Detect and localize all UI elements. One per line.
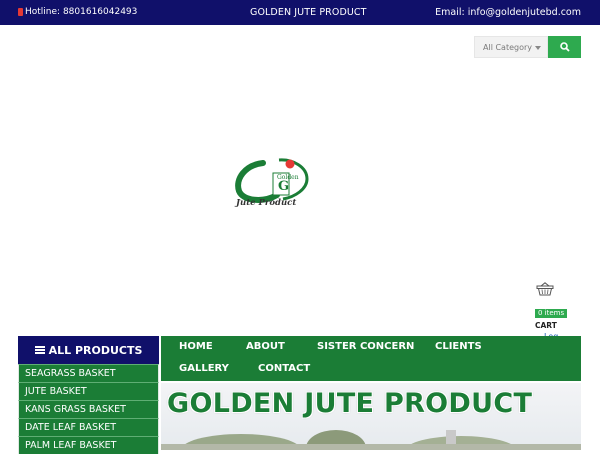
category-item[interactable]: KANS GRASS BASKET	[18, 400, 159, 418]
category-select-value: All Category	[483, 42, 533, 52]
all-products-header[interactable]: ALL PRODUCTS	[18, 336, 159, 364]
hotline-text: Hotline: 8801616042493	[25, 7, 138, 17]
email-link[interactable]: Email: info@goldenjutebd.com	[435, 7, 581, 18]
site-logo[interactable]: G Golden Jute Product	[233, 155, 311, 209]
site-title: GOLDEN JUTE PRODUCT	[250, 7, 367, 18]
nav-home[interactable]: HOME	[179, 341, 213, 352]
search-button[interactable]	[548, 36, 581, 58]
list-icon	[34, 346, 45, 354]
logo-name: Jute Product	[234, 198, 296, 208]
nav-clients[interactable]: CLIENTS	[435, 341, 482, 352]
hero-banner: GOLDEN JUTE PRODUCT	[161, 383, 581, 450]
hotline[interactable]: Hotline: 8801616042493	[18, 7, 137, 17]
banner-headline: GOLDEN JUTE PRODUCT	[167, 388, 533, 419]
top-bar: Hotline: 8801616042493 GOLDEN JUTE PRODU…	[0, 0, 600, 25]
banner-scenery	[161, 430, 581, 450]
cart-label: CART	[535, 321, 557, 330]
category-item[interactable]: JUTE BASKET	[18, 382, 159, 400]
logo-letter: G	[278, 179, 289, 194]
category-select[interactable]: All Category	[474, 36, 548, 58]
nav-gallery[interactable]: GALLERY	[179, 363, 229, 374]
category-item[interactable]: DATE LEAF BASKET	[18, 418, 159, 436]
basket-icon	[536, 282, 554, 296]
cart-count-badge: 0 items	[535, 309, 568, 318]
category-list: SEAGRASS BASKET JUTE BASKET KANS GRASS B…	[18, 364, 159, 454]
nav-sister-concern[interactable]: SISTER CONCERN	[317, 341, 414, 352]
category-item[interactable]: PALM LEAF BASKET	[18, 436, 159, 454]
nav-contact[interactable]: CONTACT	[258, 363, 310, 374]
logo-small-text: Golden	[277, 174, 299, 181]
search-bar: All Category	[474, 36, 581, 58]
nav-about[interactable]: ABOUT	[246, 341, 285, 352]
category-item[interactable]: SEAGRASS BASKET	[18, 364, 159, 382]
phone-icon	[18, 8, 23, 16]
search-icon	[559, 42, 570, 52]
chevron-down-icon	[535, 46, 541, 50]
main-nav: HOME ABOUT SISTER CONCERN CLIENTS GALLER…	[161, 336, 581, 381]
all-products-title: ALL PRODUCTS	[48, 343, 143, 357]
